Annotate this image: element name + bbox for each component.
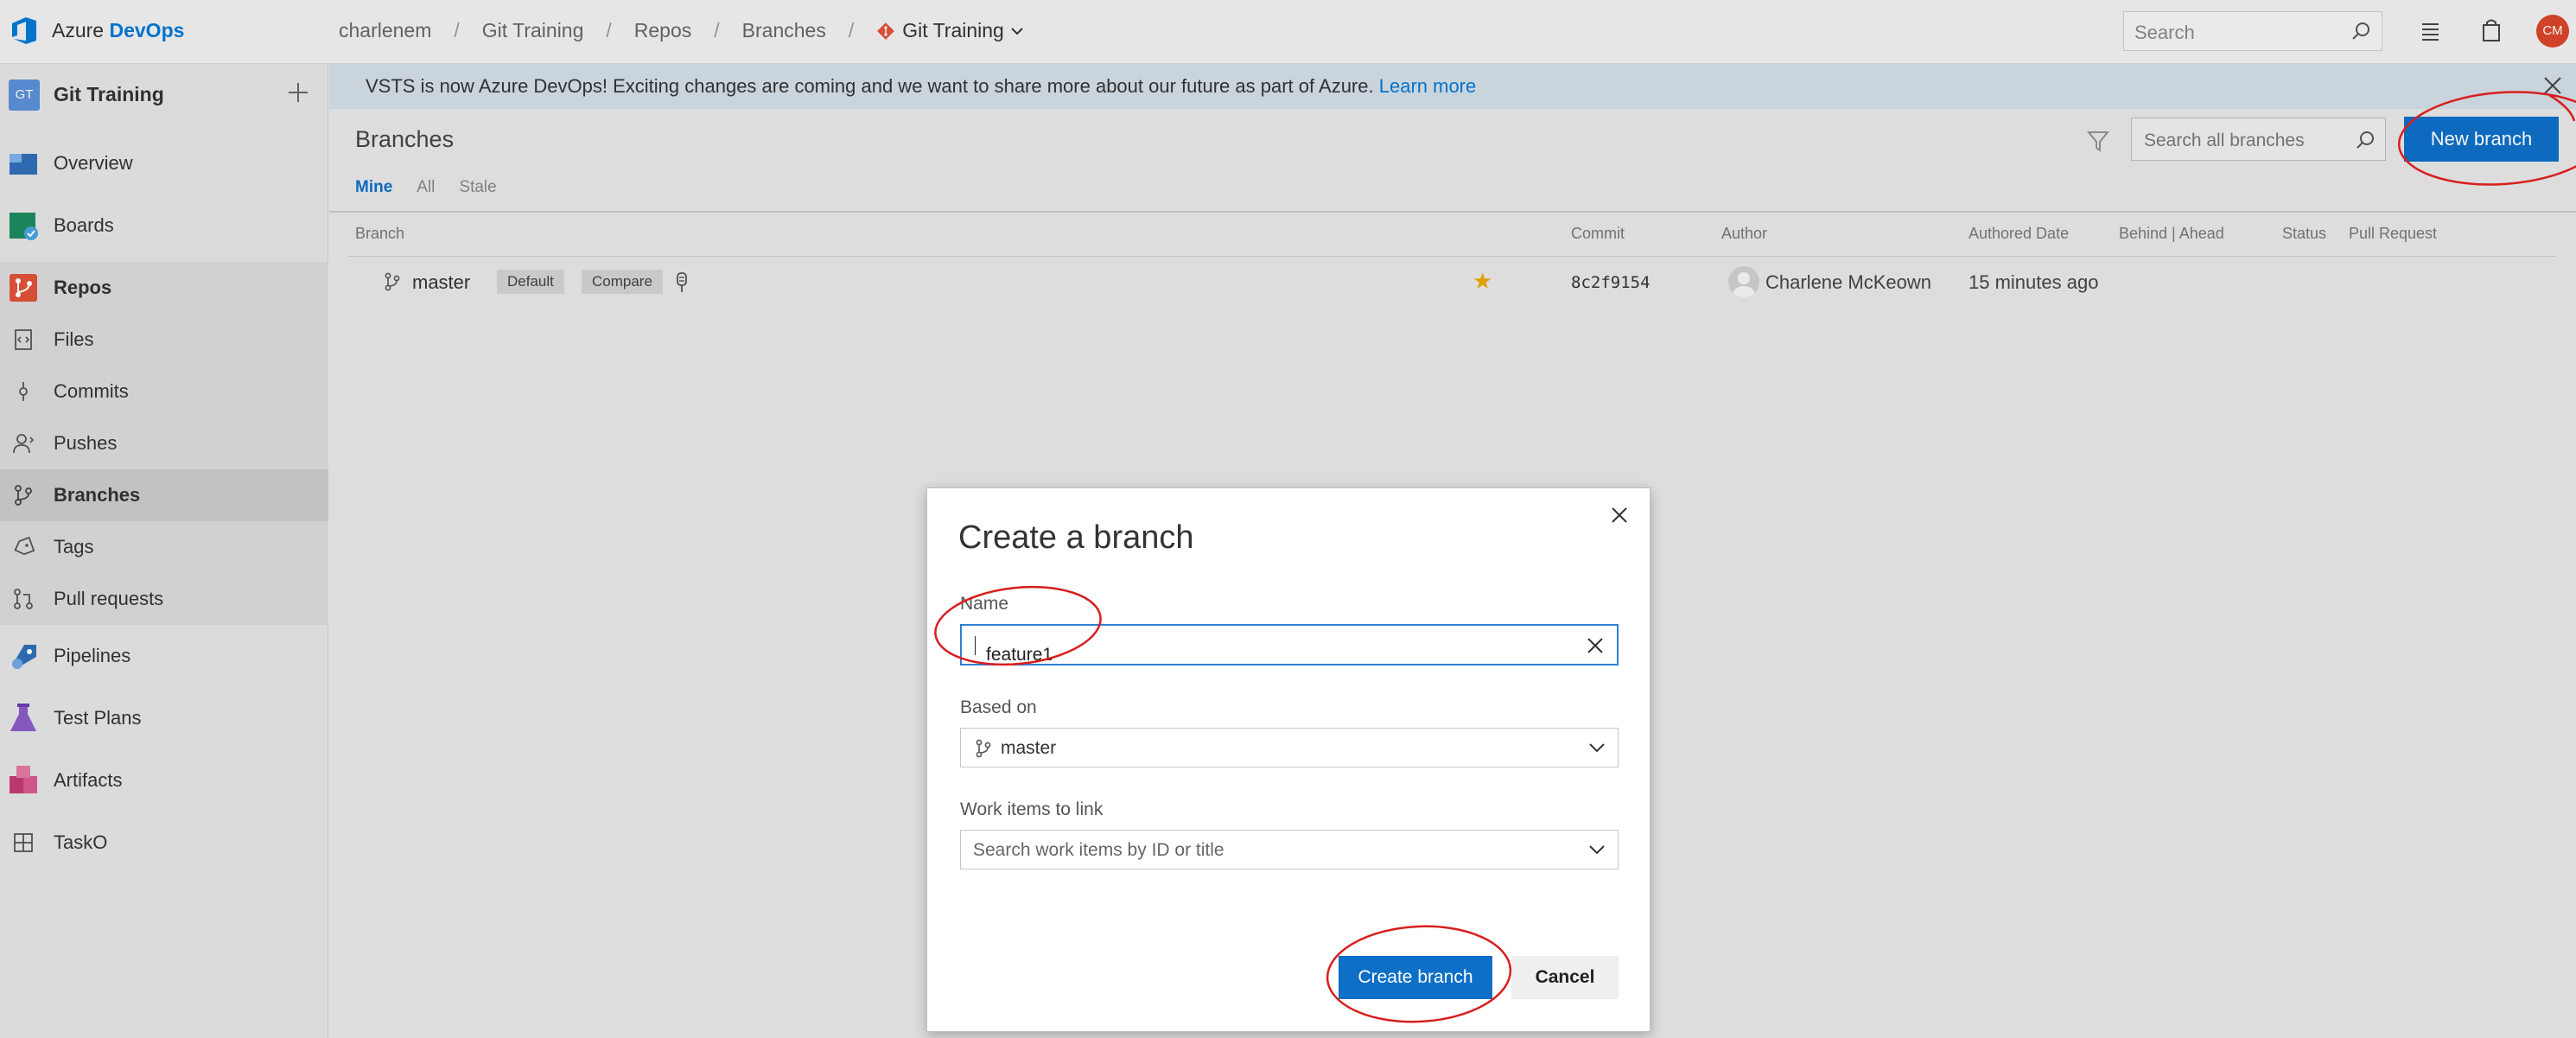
- branch-name-value: feature1: [986, 645, 1053, 665]
- name-label: Name: [960, 594, 1009, 614]
- dialog-title: Create a branch: [958, 519, 1194, 556]
- work-items-label: Work items to link: [960, 799, 1104, 819]
- branch-name-input[interactable]: feature1: [960, 624, 1619, 665]
- text-caret: [975, 636, 976, 656]
- clear-icon[interactable]: [1586, 636, 1605, 655]
- cancel-button[interactable]: Cancel: [1511, 956, 1619, 999]
- based-on-value: master: [1001, 738, 1057, 758]
- create-branch-dialog: Create a branch Name feature1 Based on m…: [926, 487, 1651, 1032]
- based-on-dropdown[interactable]: master: [960, 728, 1619, 767]
- create-branch-button[interactable]: Create branch: [1339, 956, 1492, 999]
- chevron-down-icon[interactable]: [1588, 742, 1606, 754]
- work-items-search-input[interactable]: Search work items by ID or title: [960, 830, 1619, 869]
- chevron-down-icon[interactable]: [1588, 844, 1606, 856]
- branch-icon: [976, 739, 991, 758]
- based-on-label: Based on: [960, 697, 1037, 717]
- close-icon[interactable]: [1608, 504, 1631, 526]
- work-items-placeholder: Search work items by ID or title: [973, 840, 1224, 860]
